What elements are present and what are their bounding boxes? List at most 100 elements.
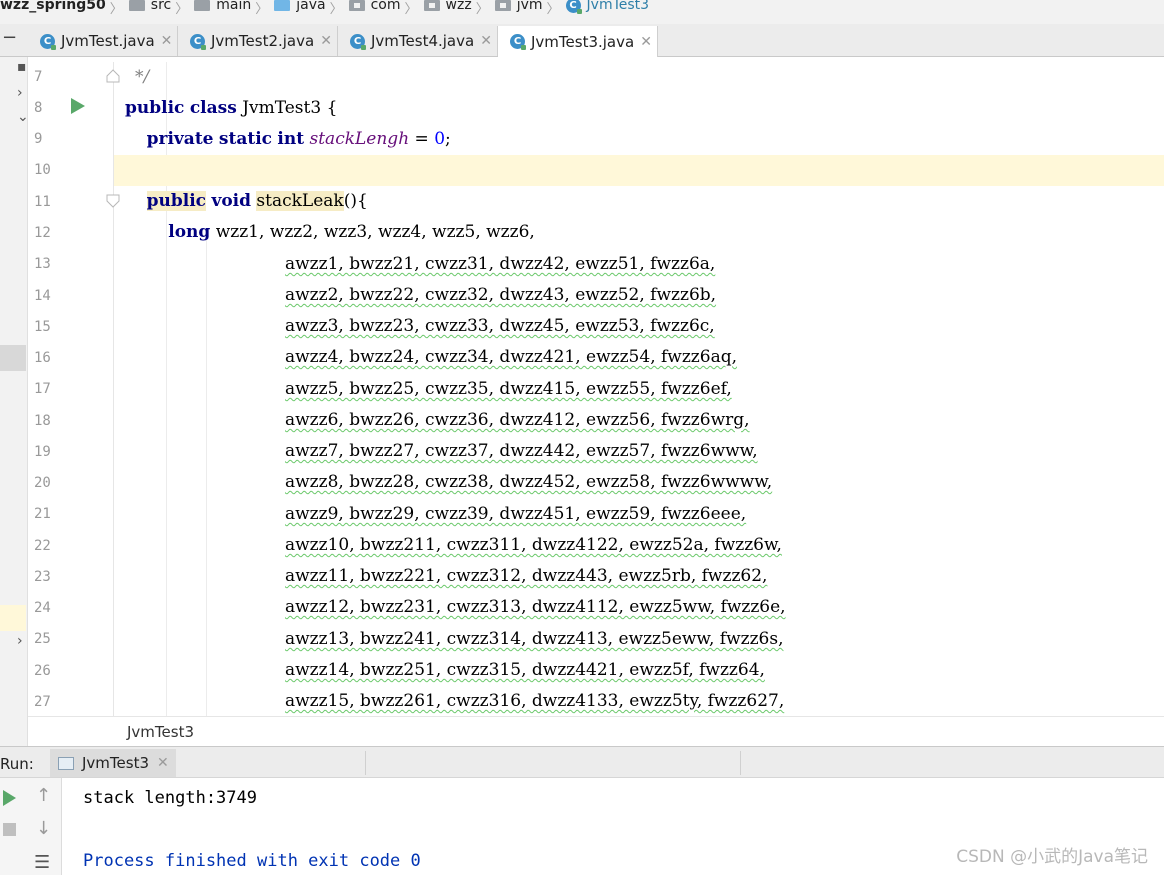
code-line-11: public void stackLeak(){ [114,186,1164,217]
variable-list: awzz8, bwzz28, cwzz38, dwzz452, ewzz58, … [285,472,773,492]
tab-jvmtest3[interactable]: C JvmTest3.java ✕ [498,26,658,57]
line-number: 21 [34,506,51,522]
line-number: 25 [34,631,51,647]
variable-list: awzz6, bwzz26, cwzz36, dwzz412, ewzz56, … [285,410,750,430]
field-name: stackLengh [309,129,410,149]
close-icon[interactable]: ✕ [157,755,169,771]
project-panel-strip: ▪ › ⌄ › [0,57,29,747]
run-tab[interactable]: JvmTest3 ✕ [50,749,176,777]
divider [740,751,741,775]
arrow-up-icon[interactable]: ↑ [36,785,51,806]
code-line-8: public class JvmTest3 { [114,93,1164,124]
breadcrumb-item-class[interactable]: C JvmTest3 [565,0,649,14]
tab-label: JvmTest.java [61,32,155,50]
selection-marker [0,345,26,371]
variable-list: wzz1, wzz2, wzz3, wzz4, wzz5, wzz6, [215,222,535,242]
arrow-down-icon[interactable]: ↓ [36,818,51,839]
close-icon[interactable]: ✕ [480,33,492,49]
line-number: 27 [34,694,51,710]
keyword: class [189,98,237,118]
scroll-marker-icon: ▪ [17,59,27,75]
breadcrumb-project[interactable]: wzz_spring50 [0,0,106,13]
rerun-icon[interactable] [3,790,16,806]
class-name: JvmTest3 { [242,98,338,118]
semicolon: ; [445,129,451,149]
breadcrumb-item-jvm[interactable]: jvm [494,0,543,13]
code-line-7: */ [114,62,1164,93]
variable-list: awzz13, bwzz241, cwzz314, dwzz413, ewzz5… [285,629,784,649]
code-line-22: awzz10, bwzz211, cwzz311, dwzz4122, ewzz… [114,530,1164,561]
tab-jvmtest[interactable]: C JvmTest.java ✕ [28,26,178,56]
variable-list: awzz4, bwzz24, cwzz34, dwzz421, ewzz54, … [285,347,737,367]
breadcrumb-label: com [370,0,401,13]
run-tool-window-header: Run: JvmTest3 ✕ [0,746,1164,778]
java-class-icon: C [350,33,366,50]
method-parens: (){ [343,191,368,211]
package-icon [423,0,440,11]
console-output-line: stack length:3749 [83,788,257,808]
structure-class-label[interactable]: JvmTest3 [127,723,194,741]
breadcrumb-item-wzz[interactable]: wzz [423,0,472,13]
run-gutter-icon[interactable] [71,98,85,114]
editor-gutter: 7 8 9 10 11 12 13 14 15 16 17 18 19 20 2… [28,62,120,716]
code-line-27: awzz15, bwzz261, cwzz316, dwzz4133, ewzz… [114,686,1164,716]
variable-list: awzz9, bwzz29, cwzz39, dwzz451, ewzz59, … [285,504,747,524]
tab-label: JvmTest4.java [371,32,475,50]
package-icon [494,0,511,11]
breadcrumb-separator: 〉 [255,2,269,17]
run-label: Run: [0,755,34,773]
console-exit-line: Process finished with exit code 0 [83,851,421,871]
tab-jvmtest4[interactable]: C JvmTest4.java ✕ [338,26,498,56]
variable-list: awzz10, bwzz211, cwzz311, dwzz4122, ewzz… [285,535,782,555]
line-number: 12 [34,225,51,241]
chevron-right-icon[interactable]: › [17,85,23,101]
chevron-right-icon[interactable]: › [17,633,23,649]
variable-list: awzz3, bwzz23, cwzz33, dwzz45, ewzz53, f… [285,316,715,336]
line-number: 13 [34,256,51,272]
close-icon[interactable]: ✕ [320,33,332,49]
breadcrumb-item-src[interactable]: src [128,0,171,13]
source-folder-icon [274,0,291,11]
line-number: 9 [34,131,43,147]
tab-label: JvmTest2.java [211,32,315,50]
package-icon [348,0,365,11]
number-literal: 0 [434,129,446,149]
breadcrumb-item-main[interactable]: main [194,0,251,13]
line-number: 20 [34,475,51,491]
java-class-icon: C [190,33,206,50]
breadcrumb-separator: 〉 [175,2,189,17]
variable-list: awzz14, bwzz251, cwzz315, dwzz4421, ewzz… [285,660,765,680]
code-line-20: awzz8, bwzz28, cwzz38, dwzz452, ewzz58, … [114,467,1164,498]
code-line-19: awzz7, bwzz27, cwzz37, dwzz442, ewzz57, … [114,436,1164,467]
variable-list: awzz1, bwzz21, cwzz31, dwzz42, ewzz51, f… [285,254,716,274]
breadcrumb-separator: 〉 [546,2,560,17]
collapse-icon[interactable]: − [2,29,20,47]
code-line-14: awzz2, bwzz22, cwzz32, dwzz43, ewzz52, f… [114,280,1164,311]
breadcrumb-label: wzz [445,0,472,13]
tab-jvmtest2[interactable]: C JvmTest2.java ✕ [178,26,338,56]
highlight-marker [0,605,26,631]
close-icon[interactable]: ✕ [161,33,173,49]
line-number: 10 [34,162,51,178]
close-icon[interactable]: ✕ [640,34,652,50]
line-number: 14 [34,288,51,304]
stop-icon[interactable] [3,823,16,836]
line-number: 17 [34,381,51,397]
editor-tab-bar: − C JvmTest.java ✕ C JvmTest2.java ✕ C J… [0,24,1164,57]
structure-breadcrumb-bar: JvmTest3 [28,716,1164,746]
watermark-text: CSDN @小武的Java笔记 [956,847,1148,867]
keyword: public [125,98,185,118]
code-line-9: private static int stackLengh = 0; [114,124,1164,155]
chevron-down-icon[interactable]: ⌄ [17,109,29,125]
keyword: long [168,222,211,242]
soft-wrap-icon[interactable]: ☰ [34,852,50,873]
breadcrumb-separator: 〉 [475,2,489,17]
code-line-24: awzz12, bwzz231, cwzz313, dwzz4112, ewzz… [114,592,1164,623]
keyword: private [146,129,214,149]
line-number: 16 [34,350,51,366]
code-editor[interactable]: */ public class JvmTest3 { private stati… [114,62,1164,716]
line-number: 15 [34,319,51,335]
breadcrumb-item-java[interactable]: java [274,0,326,13]
breadcrumb-item-com[interactable]: com [348,0,401,13]
code-line-18: awzz6, bwzz26, cwzz36, dwzz412, ewzz56, … [114,405,1164,436]
